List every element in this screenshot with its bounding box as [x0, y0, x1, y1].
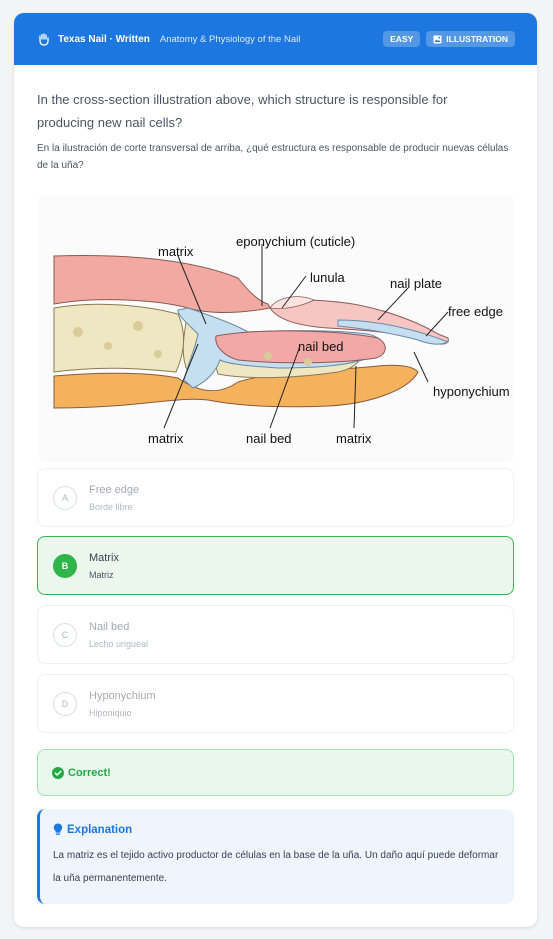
option-d[interactable]: D Hyponychium Hiponiquio	[37, 674, 514, 733]
feedback-text: Correct!	[68, 766, 111, 779]
option-sublabel: Matriz	[89, 569, 114, 580]
brand-title: Texas Nail · Written	[58, 33, 150, 45]
label-matrix-bottom-left: matrix	[148, 431, 184, 446]
option-a[interactable]: A Free edge Borde libre	[37, 468, 514, 527]
label-nail-plate: nail plate	[390, 276, 442, 291]
option-label: Nail bed	[89, 620, 130, 633]
option-letter: D	[53, 691, 77, 716]
option-letter: B	[53, 553, 77, 578]
label-nail-bed-inner: nail bed	[298, 339, 344, 354]
label-nail-bed-bottom: nail bed	[246, 431, 292, 446]
option-label: Hyponychium	[89, 689, 156, 702]
type-badge: ILLUSTRATION	[426, 31, 515, 47]
image-icon	[433, 35, 442, 43]
difficulty-badge: EASY	[383, 31, 421, 47]
question-text-en: In the cross-section illustration above,…	[37, 92, 448, 130]
label-matrix-bottom-right: matrix	[336, 431, 372, 446]
option-label: Free edge	[89, 483, 140, 496]
question-text-es: En la ilustración de corte transversal d…	[37, 143, 509, 171]
label-eponychium: eponychium (cuticle)	[236, 234, 355, 249]
label-lunula: lunula	[310, 270, 345, 285]
label-hyponychium: hyponychium	[433, 384, 510, 399]
option-sublabel: Hiponiquio	[89, 707, 132, 718]
option-b[interactable]: B Matrix Matriz	[37, 536, 514, 595]
header-bar: Texas Nail · Written Anatomy & Physiolog…	[14, 13, 537, 65]
explanation-box: Explanation La matriz es el tejido activ…	[37, 809, 514, 904]
explanation-body: La matriz es el tejido activo productor …	[53, 850, 499, 884]
lightbulb-icon	[53, 823, 63, 835]
hand-icon	[36, 31, 52, 47]
option-label: Matrix	[89, 551, 119, 564]
option-sublabel: Borde libre	[89, 501, 133, 512]
topic-label: Anatomy & Physiology of the Nail	[159, 33, 301, 45]
question-card: Texas Nail · Written Anatomy & Physiolog…	[14, 13, 537, 927]
explanation-title: Explanation	[67, 823, 133, 836]
label-free-edge: free edge	[448, 304, 503, 319]
label-matrix-top: matrix	[158, 244, 194, 259]
option-letter: A	[53, 485, 77, 510]
check-circle-icon	[52, 766, 64, 779]
nail-cross-section-illustration: matrix eponychium (cuticle) lunula nail …	[38, 196, 514, 462]
option-sublabel: Lecho ungueal	[89, 638, 149, 649]
correct-feedback: Correct!	[37, 749, 514, 796]
option-c[interactable]: C Nail bed Lecho ungueal	[37, 605, 514, 664]
option-letter: C	[53, 622, 77, 647]
